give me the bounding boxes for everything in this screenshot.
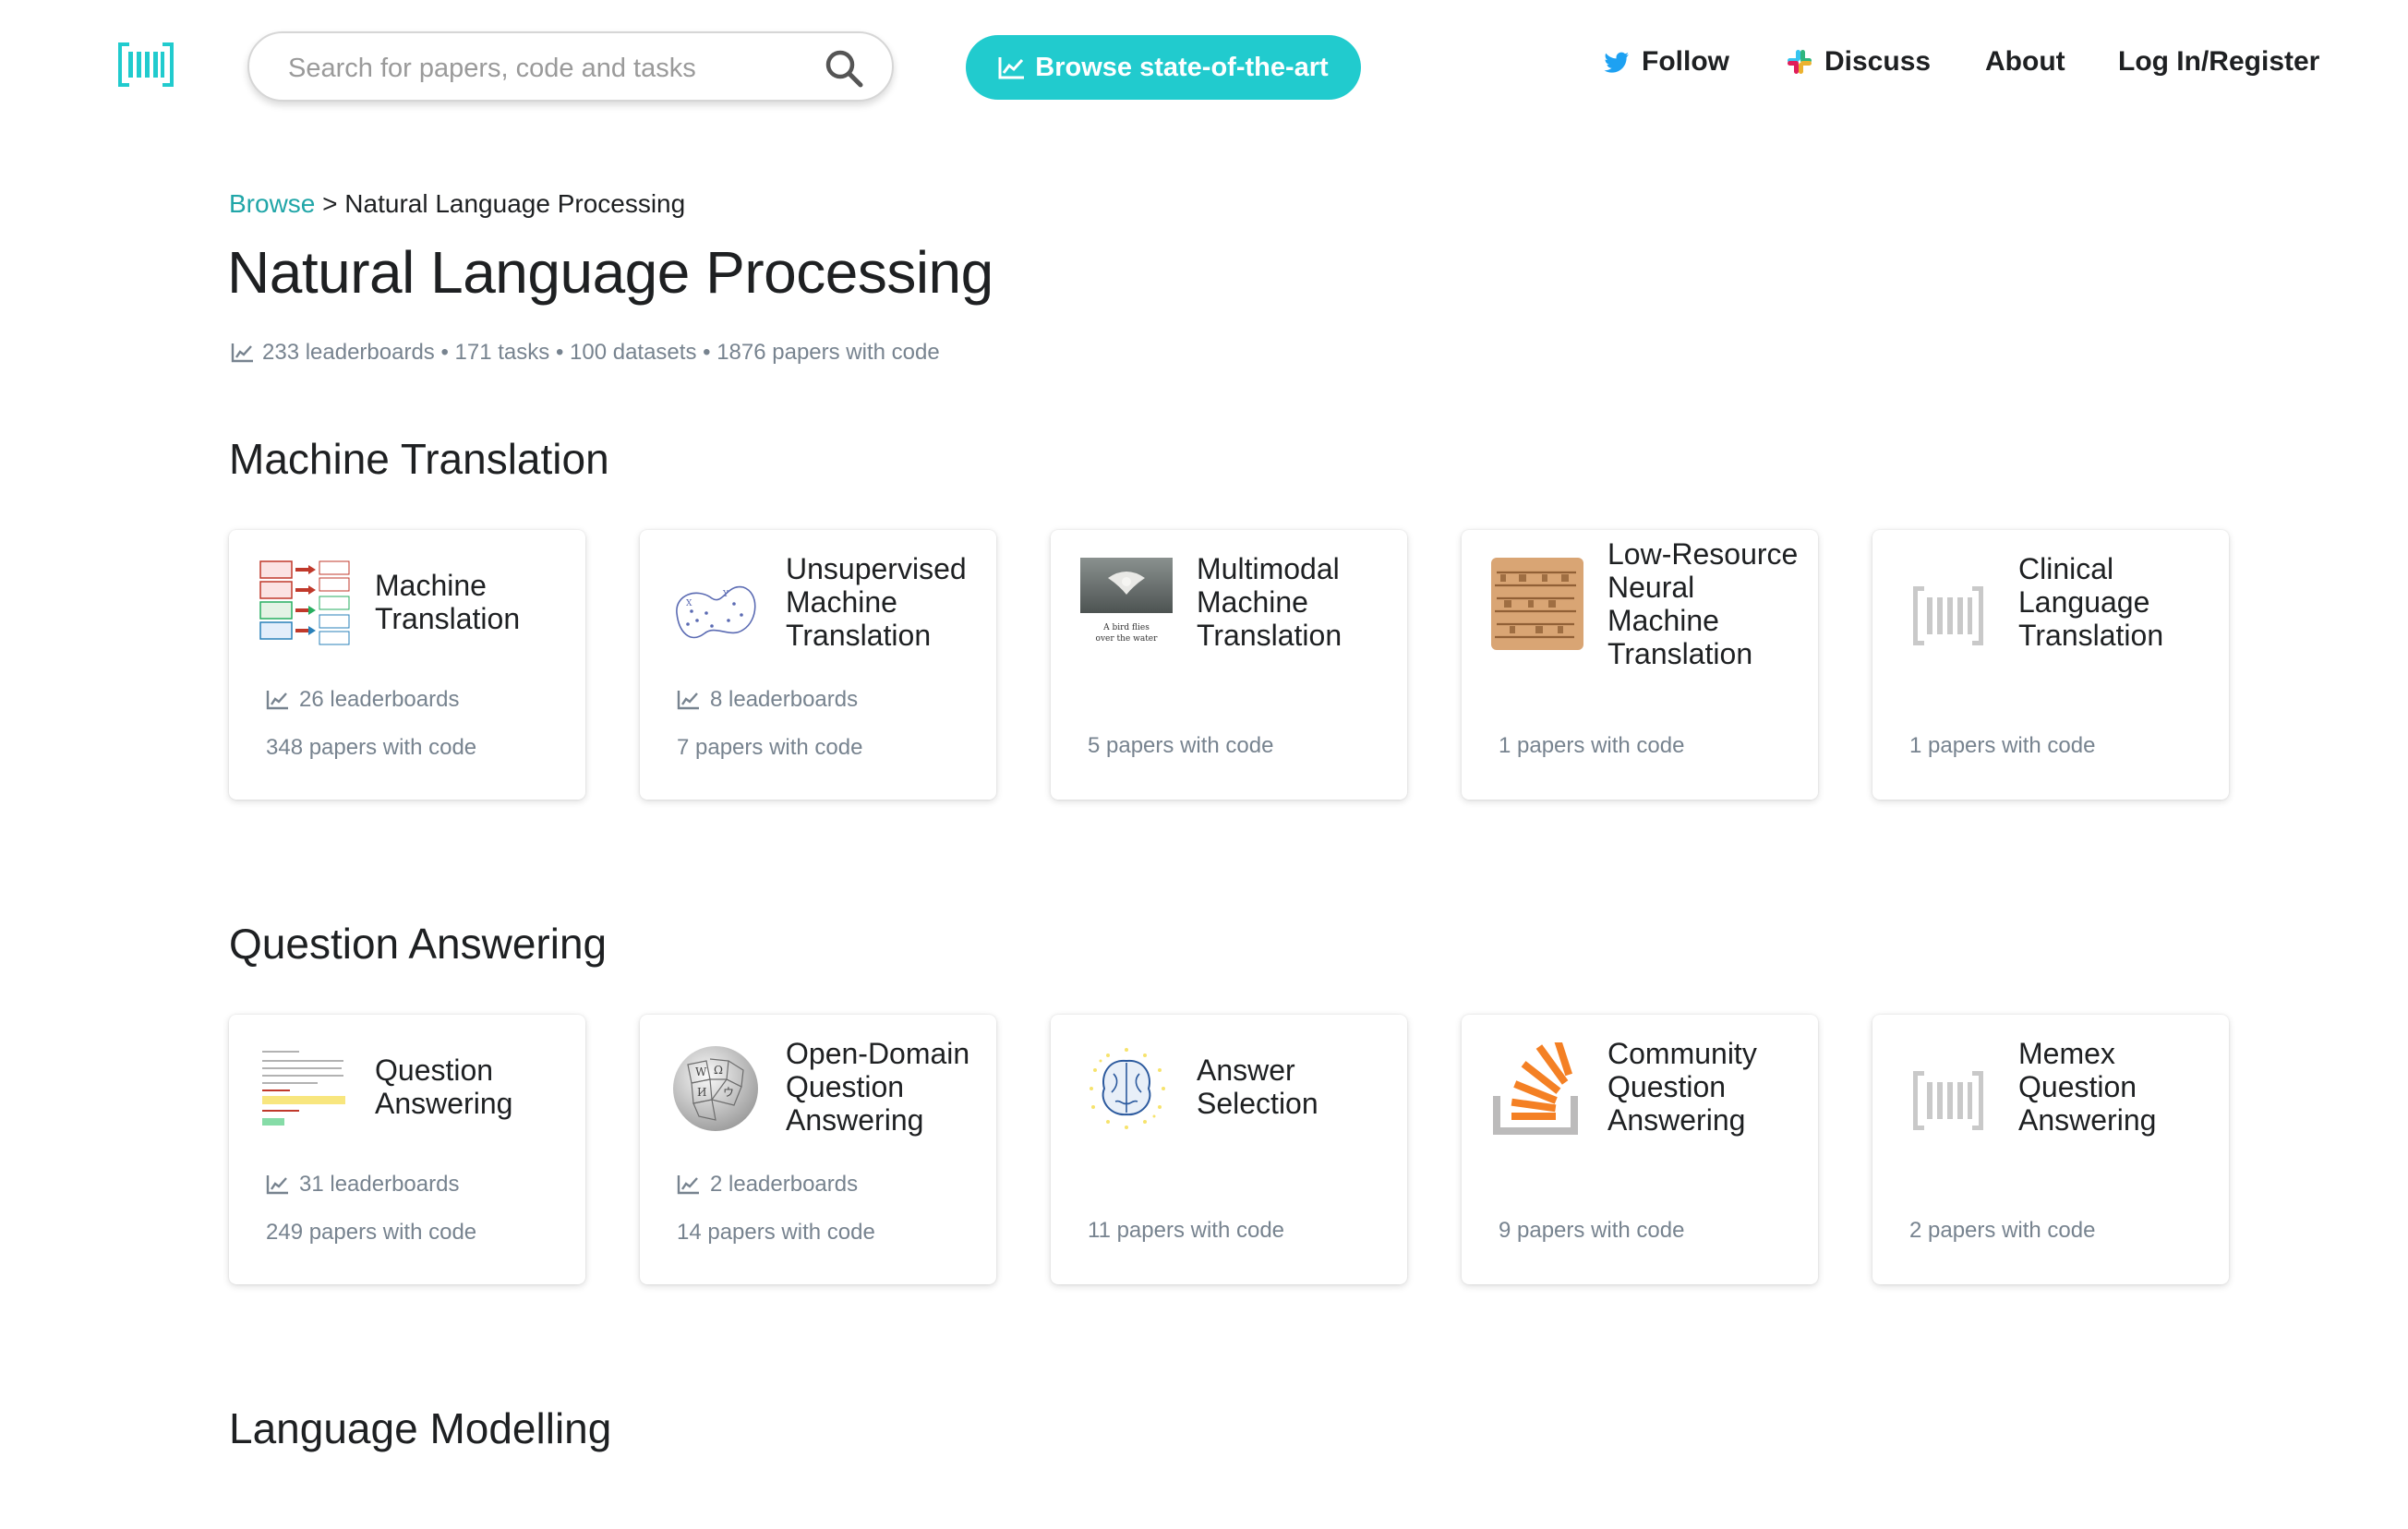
browse-sota-button[interactable]: Browse state-of-the-art [966,35,1361,100]
task-card-leaderboards: 2 leaderboards [677,1172,858,1198]
task-card-papers: 14 papers with code [677,1220,875,1245]
manuscript-thumbnail-icon [1491,558,1583,650]
search-bar[interactable] [247,31,894,102]
wikipedia-globe-icon: W ΩИ ウ [673,1046,758,1131]
task-card-unsupervised-machine-translation[interactable]: X Y Unsupervised Machine Translation 8 l… [640,530,996,800]
task-card-title: Unsupervised Machine Translation [786,552,967,652]
task-card-title: Low-Resource Neural Machine Translation [1607,537,1799,670]
task-card-leaderboards: 8 leaderboards [677,687,858,713]
task-card-papers: 5 papers with code [1088,733,1274,758]
task-card-low-resource-nmt[interactable]: Low-Resource Neural Machine Translation … [1462,530,1818,800]
breadcrumb-current: Natural Language Processing [344,189,686,218]
task-card-title: Open-Domain Question Answering [786,1037,970,1137]
task-card-leaderboards-text: 8 leaderboards [710,687,859,712]
nav-follow[interactable]: Follow [1603,46,1729,78]
task-card-papers: 1 papers with code [1909,733,2096,758]
pwc-logo[interactable] [118,41,174,89]
task-card-leaderboards: 26 leaderboards [266,687,459,713]
svg-text:И: И [697,1086,706,1099]
task-card-machine-translation[interactable]: Machine Translation 26 leaderboards 348 … [229,530,585,800]
search-icon[interactable] [824,48,864,89]
bird-caption-line1: A bird flies [1102,623,1150,632]
svg-text:Ω: Ω [714,1064,723,1077]
nav-login-register[interactable]: Log In/Register [2118,46,2319,78]
section-title-machine-translation[interactable]: Machine Translation [229,434,609,484]
task-card-leaderboards-text: 2 leaderboards [710,1172,859,1197]
chart-line-icon [266,1175,288,1195]
bird-photo-thumbnail-icon: A bird flies over the water [1080,558,1173,644]
browse-sota-label: Browse state-of-the-art [1035,52,1329,82]
section-title-question-answering[interactable]: Question Answering [229,919,607,969]
task-card-answer-selection[interactable]: Answer Selection 11 papers with code [1051,1015,1407,1284]
task-card-papers: 9 papers with code [1499,1218,1685,1243]
pwc-logo-placeholder-icon [1913,586,1983,645]
task-card-multimodal-machine-translation[interactable]: A bird flies over the water Multimodal M… [1051,530,1407,800]
embedding-space-thumbnail-icon: X Y [676,585,756,639]
area-stats-text: 233 leaderboards • 171 tasks • 100 datas… [262,340,940,365]
task-card-memex-qa[interactable]: Memex Question Answering 2 papers with c… [1872,1015,2229,1284]
section-title-language-modelling[interactable]: Language Modelling [229,1403,611,1453]
breadcrumb-browse-link[interactable]: Browse [229,189,315,218]
area-stats: 233 leaderboards • 171 tasks • 100 datas… [231,340,940,366]
task-card-title: Answer Selection [1197,1053,1318,1120]
twitter-icon [1604,52,1629,73]
task-card-community-qa[interactable]: Community Question Answering 9 papers wi… [1462,1015,1818,1284]
svg-text:Y: Y [722,590,729,599]
chart-line-icon [231,343,253,363]
pwc-logo-placeholder-icon [1913,1071,1983,1130]
task-card-leaderboards: 31 leaderboards [266,1172,459,1198]
breadcrumb-separator: > [322,189,338,218]
page-title: Natural Language Processing [227,239,993,306]
nav-discuss-label: Discuss [1824,46,1932,77]
task-card-papers: 2 papers with code [1909,1218,2096,1243]
task-card-papers: 348 papers with code [266,735,477,760]
chart-line-icon [677,1175,699,1195]
passage-thumbnail-icon [259,1042,351,1135]
nav-follow-label: Follow [1642,46,1729,77]
bird-caption-line2: over the water [1096,634,1159,644]
search-input[interactable] [286,46,807,90]
task-card-title: Community Question Answering [1607,1037,1757,1137]
svg-text:W: W [695,1065,707,1078]
task-card-leaderboards-text: 31 leaderboards [299,1172,460,1197]
task-card-papers: 249 papers with code [266,1220,477,1245]
task-card-question-answering[interactable]: Question Answering 31 leaderboards 249 p… [229,1015,585,1284]
diagram-thumbnail-icon [259,560,350,645]
task-card-title: Machine Translation [375,569,521,635]
breadcrumb: Browse > Natural Language Processing [229,189,685,219]
chart-line-icon [998,57,1025,79]
task-card-clinical-language-translation[interactable]: Clinical Language Translation 1 papers w… [1872,530,2229,800]
task-card-title: Question Answering [375,1053,513,1120]
nav-about[interactable]: About [1985,46,2065,78]
task-card-title: Memex Question Answering [2018,1037,2157,1137]
task-card-papers: 7 papers with code [677,735,863,760]
svg-text:ウ: ウ [723,1086,734,1099]
slack-icon [1788,50,1812,74]
chart-line-icon [266,691,288,710]
svg-text:X: X [686,599,692,608]
task-card-title: Multimodal Machine Translation [1197,552,1342,652]
task-card-open-domain-qa[interactable]: WΩИ ウ Open-Domain Question Answering 2 le… [640,1015,996,1284]
task-card-leaderboards-text: 26 leaderboards [299,687,460,712]
nav-discuss[interactable]: Discuss [1786,46,1931,78]
stack-overflow-logo-icon [1493,1042,1578,1135]
nav-about-label: About [1985,46,2065,77]
task-card-title: Clinical Language Translation [2018,552,2164,652]
nav-login-label: Log In/Register [2118,46,2320,77]
task-card-papers: 11 papers with code [1088,1218,1285,1243]
task-card-papers: 1 papers with code [1499,733,1685,758]
chart-line-icon [677,691,699,710]
brain-thumbnail-icon [1090,1048,1165,1129]
